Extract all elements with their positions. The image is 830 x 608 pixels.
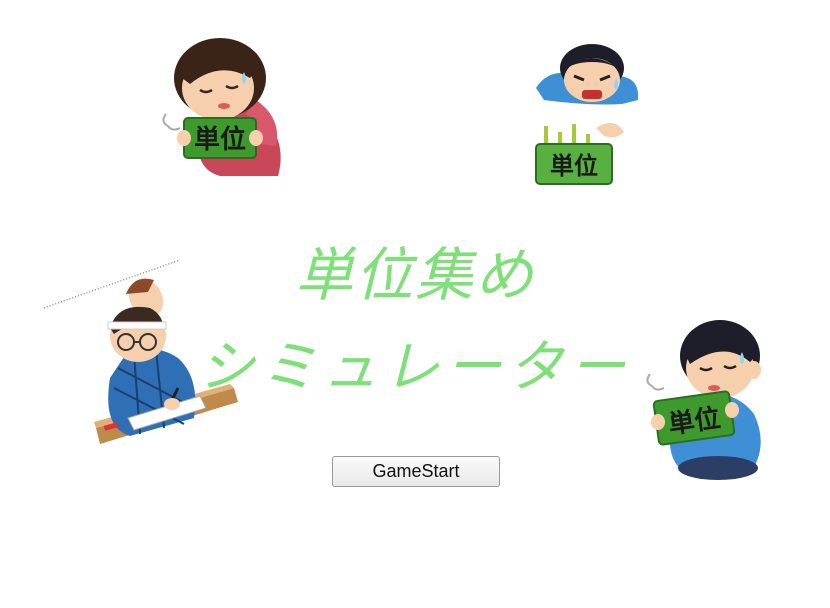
boy-grabbing-credit-sign-illustration: 単位 xyxy=(530,36,646,192)
game-title-line-2: シミュレーター xyxy=(198,335,632,400)
game-start-button[interactable]: GameStart xyxy=(332,456,500,487)
title-screen: 単位 単位 単位 単位集め シミュレーター GameStart xyxy=(0,0,830,608)
credit-sign-text: 単位 xyxy=(194,124,246,155)
girl-holding-credit-sign-illustration: 単位 xyxy=(160,28,292,180)
credit-sign-text: 単位 xyxy=(550,152,598,180)
game-title-line-1: 単位集め xyxy=(294,241,535,309)
